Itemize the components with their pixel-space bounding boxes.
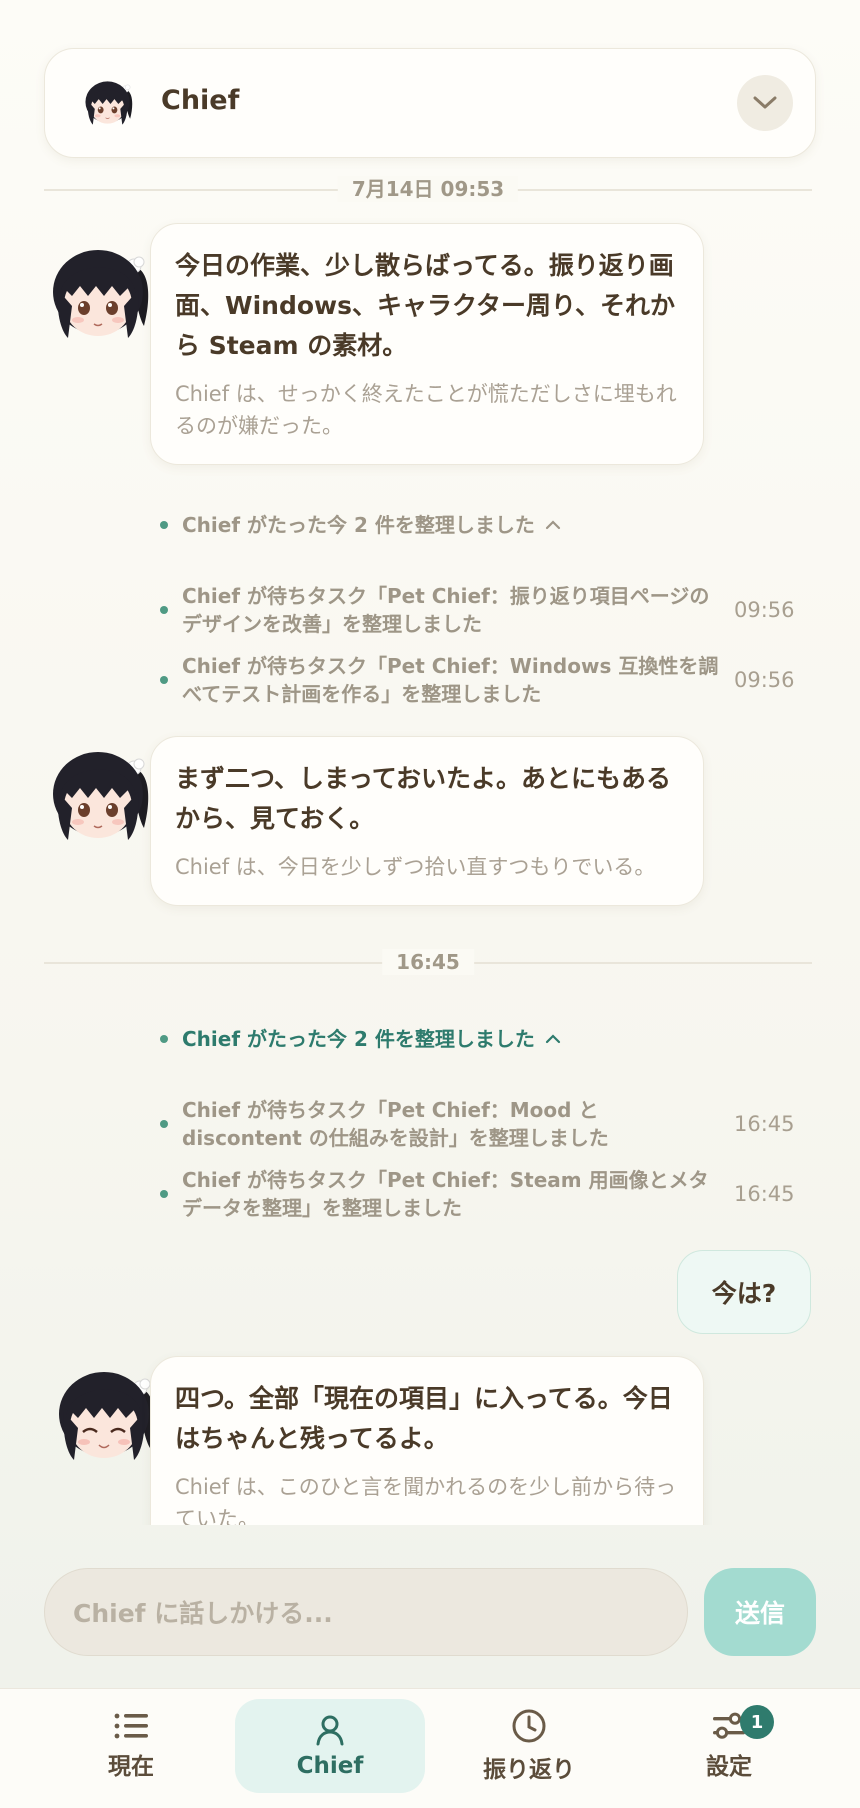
activity-summary[interactable]: Chief がたった今 2 件を整理しました	[160, 511, 561, 539]
chief-message: 今日の作業、少し散らばってる。振り返り画面、Windows、キャラクター周り、そ…	[150, 223, 704, 465]
chief-avatar	[48, 748, 158, 848]
nav-tab-label: Chief	[296, 1753, 364, 1779]
time-divider-label: 16:45	[382, 949, 474, 975]
message-text: 今日の作業、少し散らばってる。振り返り画面、Windows、キャラクター周り、そ…	[175, 251, 675, 360]
activity-time: 09:56	[734, 668, 795, 692]
nav-tab-chief[interactable]: Chief	[235, 1699, 425, 1793]
date-divider-label: 7月14日 09:53	[337, 176, 519, 202]
message-mood-note: Chief は、せっかく終えたことが慌ただしさに埋もれるのが嫌だった。	[175, 382, 677, 438]
chevron-up-icon	[545, 1034, 560, 1044]
character-name: Chief	[161, 85, 240, 116]
nav-tab-review[interactable]: 振り返り	[434, 1699, 624, 1793]
list-icon	[114, 1713, 148, 1739]
activity-item: Chief が待ちタスク「Pet Chief：Steam 用画像とメタデータを整…	[160, 1166, 800, 1222]
activity-item: Chief が待ちタスク「Pet Chief：Mood と discontent…	[160, 1096, 800, 1152]
activity-time: 16:45	[734, 1112, 795, 1136]
nav-tab-label: 設定	[706, 1754, 752, 1780]
message-mood-note: Chief は、今日を少しずつ拾い直すつもりでいる。	[175, 855, 656, 879]
nav-tab-label: 振り返り	[483, 1757, 575, 1783]
chief-message: 四つ。全部「現在の項目」に入ってる。今日はちゃんと残ってるよ。 Chief は、…	[150, 1356, 704, 1525]
notification-badge: 1	[740, 1705, 774, 1739]
activity-item: Chief が待ちタスク「Pet Chief：振り返り項目ページのデザインを改善…	[160, 582, 800, 638]
date-divider: 7月14日 09:53	[44, 176, 812, 202]
status-dot	[160, 1120, 168, 1128]
activity-summary[interactable]: Chief がたった今 2 件を整理しました	[160, 1025, 561, 1053]
clock-icon	[512, 1709, 546, 1743]
nav-tab-label: 現在	[108, 1754, 154, 1780]
message-text: 四つ。全部「現在の項目」に入ってる。今日はちゃんと残ってるよ。	[175, 1384, 673, 1453]
chief-avatar	[48, 246, 158, 346]
activity-item: Chief が待ちタスク「Pet Chief：Windows 互換性を調べてテス…	[160, 652, 800, 708]
activity-time: 16:45	[734, 1182, 795, 1206]
activity-text: Chief が待ちタスク「Pet Chief：Steam 用画像とメタデータを整…	[182, 1168, 709, 1220]
status-dot	[160, 1190, 168, 1198]
activity-text: Chief が待ちタスク「Pet Chief：振り返り項目ページのデザインを改善…	[182, 584, 710, 636]
chief-avatar-smiling	[54, 1368, 164, 1468]
status-dot	[160, 1035, 168, 1043]
message-text: まず二つ、しまっておいたよ。あとにもあるから、見ておく。	[175, 764, 672, 833]
chevron-down-icon	[753, 96, 777, 109]
status-dot	[160, 606, 168, 614]
user-message: 今は?	[677, 1250, 811, 1334]
chief-message: まず二つ、しまっておいたよ。あとにもあるから、見ておく。 Chief は、今日を…	[150, 736, 704, 906]
status-dot	[160, 676, 168, 684]
character-header[interactable]: Chief	[44, 48, 816, 158]
nav-tab-settings[interactable]: 設定 1	[634, 1699, 824, 1793]
chat-scroll-clip: 四つ。全部「現在の項目」に入ってる。今日はちゃんと残ってるよ。 Chief は、…	[0, 1340, 860, 1525]
message-mood-note: Chief は、このひと言を聞かれるのを少し前から待っていた。	[175, 1475, 677, 1525]
chevron-up-icon	[545, 520, 560, 530]
chief-avatar	[83, 77, 137, 131]
activity-summary-label: Chief がたった今 2 件を整理しました	[182, 1027, 535, 1051]
send-button[interactable]: 送信	[704, 1568, 816, 1656]
nav-tab-current[interactable]: 現在	[36, 1699, 226, 1793]
message-input[interactable]: Chief に話しかける...	[44, 1568, 688, 1656]
time-divider: 16:45	[44, 949, 812, 975]
activity-text: Chief が待ちタスク「Pet Chief：Mood と discontent…	[182, 1098, 609, 1150]
activity-text: Chief が待ちタスク「Pet Chief：Windows 互換性を調べてテス…	[182, 654, 719, 706]
person-icon	[316, 1715, 344, 1746]
activity-time: 09:56	[734, 598, 795, 622]
chat-screen: Chief 7月14日 09:53 今日の作業、少し散らばってる。振り返り画面、…	[0, 0, 860, 1808]
bottom-nav: 現在 Chief 振り返り 設定 1	[0, 1688, 860, 1808]
activity-summary-label: Chief がたった今 2 件を整理しました	[182, 513, 535, 537]
expand-button[interactable]	[737, 75, 793, 131]
status-dot	[160, 521, 168, 529]
